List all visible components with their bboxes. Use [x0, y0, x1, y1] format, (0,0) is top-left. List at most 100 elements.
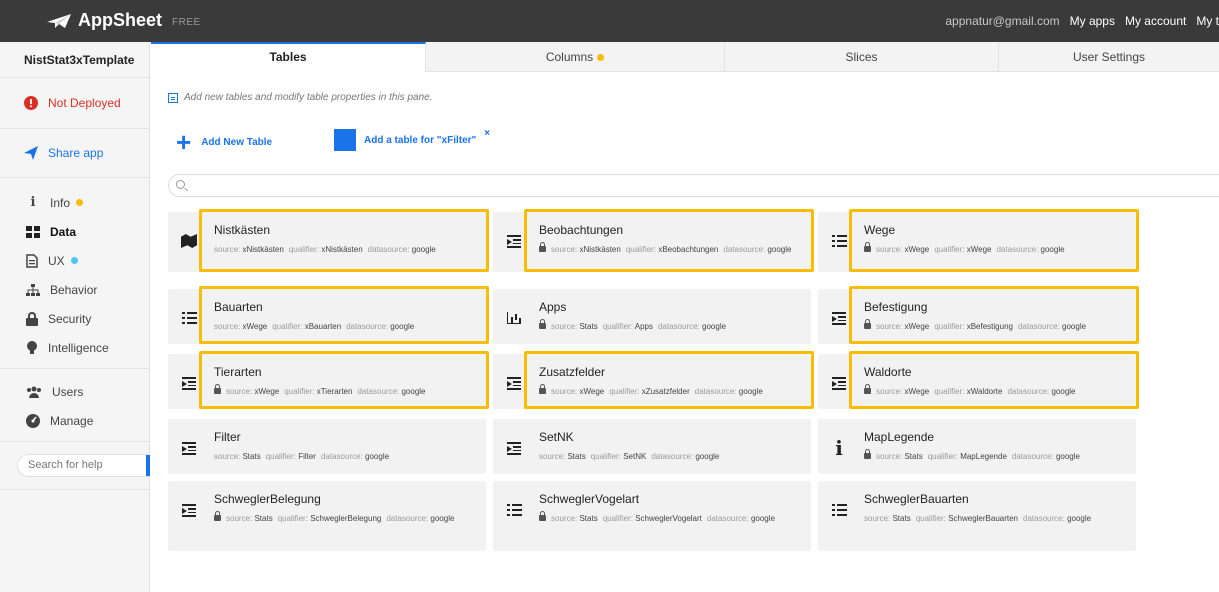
- tab-tables[interactable]: Tables: [151, 42, 426, 72]
- send-icon: [24, 146, 38, 160]
- meta-label-qualifier: qualifier:: [609, 387, 640, 396]
- meta-label-source: source:: [214, 452, 241, 461]
- lock-icon: [539, 319, 546, 329]
- warning-dot: [76, 199, 84, 206]
- brand[interactable]: AppSheet FREE: [46, 10, 201, 31]
- table-card[interactable]: Tierarten source: xWege qualifier: xTierar…: [168, 351, 489, 409]
- table-card[interactable]: Zusatzfelder source: xWege qualifier: xZus…: [493, 351, 814, 409]
- table-name: Filter: [214, 430, 241, 444]
- users-icon: [27, 386, 41, 398]
- lock-icon: [539, 511, 546, 521]
- tab-label: Columns: [545, 50, 594, 64]
- table-meta: source: xWege qualifier: xZusatzfelder dat…: [539, 384, 801, 397]
- table-card[interactable]: Wege source: xWege qualifier: xWege datasou…: [818, 209, 1139, 272]
- table-card[interactable]: Bauarten source: xWege qualifier: xBauarte…: [168, 286, 489, 344]
- sidebar-nav: i Info Data UX Behavior Security Intelli…: [0, 178, 149, 369]
- list-icon: [830, 501, 848, 519]
- meta-value-source: xNistkästen: [579, 245, 621, 254]
- tab-columns[interactable]: Columns: [426, 42, 725, 72]
- sidebar-item-label: UX: [48, 253, 65, 268]
- sidebar-item-ux[interactable]: UX: [0, 246, 149, 275]
- meta-label-source: source:: [226, 514, 253, 523]
- table-card[interactable]: Nistkästen source: xNistkästen qualifier: …: [168, 209, 489, 272]
- table-card[interactable]: Apps source: Stats qualifier: Apps datasour…: [493, 289, 811, 344]
- sidebar-item-users[interactable]: Users: [0, 377, 149, 406]
- table-meta: source: Stats qualifier: SchweglerBauarte…: [864, 513, 1126, 524]
- meta-value-qualifier: Filter: [298, 452, 316, 461]
- meta-value-source: Stats: [254, 514, 273, 523]
- table-meta: source: Stats qualifier: SchweglerBelegun…: [214, 511, 476, 524]
- close-icon[interactable]: ×: [484, 128, 490, 139]
- add-new-table-label: Add New Table: [201, 136, 273, 148]
- table-name: SchweglerVogelart: [539, 492, 640, 506]
- meta-value-qualifier: xBeobachtungen: [658, 245, 719, 254]
- meta-value-qualifier: xWege: [966, 245, 992, 254]
- table-card[interactable]: SchweglerBauarten source: Stats qualifier:…: [818, 481, 1136, 551]
- meta-label-source: source:: [214, 245, 241, 254]
- chart-icon: [505, 309, 523, 327]
- table-name: Wege: [864, 223, 896, 237]
- warning-dot: [597, 54, 605, 62]
- my-apps-link[interactable]: My apps: [1070, 14, 1115, 28]
- sidebar-item-manage[interactable]: Manage: [0, 406, 149, 435]
- meta-value-qualifier: xNistkästen: [321, 245, 363, 254]
- tab-bar: Tables Columns Slices User Settings: [151, 42, 1219, 72]
- table-name: Befestigung: [864, 300, 928, 314]
- table-meta: source: Stats qualifier: Apps datasource: …: [539, 319, 801, 332]
- add-new-table-button[interactable]: + Add New Table: [176, 129, 273, 155]
- meta-value-source: xNistkästen: [242, 245, 284, 254]
- my-teams-link[interactable]: My t: [1196, 14, 1219, 28]
- table-card[interactable]: SchweglerVogelart source: Stats qualifier:…: [493, 481, 811, 551]
- table-search-input[interactable]: [168, 174, 1219, 197]
- meta-value-qualifier: xZusatzfelder: [641, 387, 690, 396]
- meta-value-datasource: google: [1051, 387, 1076, 396]
- table-card[interactable]: Beobachtungen source: xNistkästen qualifie…: [493, 209, 814, 272]
- meta-label-qualifier: qualifier:: [272, 322, 303, 331]
- table-card[interactable]: Filter source: Stats qualifier: Filter data…: [168, 419, 486, 474]
- app-name[interactable]: NistStat3xTemplate: [0, 42, 149, 78]
- meta-label-qualifier: qualifier:: [277, 514, 308, 523]
- sidebar-item-behavior[interactable]: Behavior: [0, 275, 149, 304]
- table-name: MapLegende: [864, 430, 935, 444]
- table-card[interactable]: SetNK source: Stats qualifier: SetNK dataso…: [493, 419, 811, 474]
- meta-label-qualifier: qualifier:: [934, 387, 965, 396]
- sidebar-item-info[interactable]: i Info: [0, 188, 149, 217]
- table-icon: [168, 92, 178, 103]
- share-app-button[interactable]: Share app: [0, 129, 149, 177]
- meta-label-qualifier: qualifier:: [288, 245, 320, 254]
- table-card[interactable]: SchweglerBelegung source: Stats qualifier:…: [168, 481, 486, 551]
- meta-label-datasource: datasource:: [1007, 387, 1050, 396]
- table-card[interactable]: Befestigung source: xWege qualifier: xBefe…: [818, 286, 1139, 344]
- deploy-status[interactable]: Not Deployed: [0, 78, 149, 128]
- meta-value-source: xWege: [904, 322, 930, 331]
- table-card[interactable]: Waldorte source: xWege qualifier: xWaldort…: [818, 351, 1139, 409]
- meta-value-qualifier: SchweglerBelegung: [310, 514, 382, 523]
- table-name: Apps: [539, 300, 567, 314]
- meta-label-qualifier: qualifier:: [934, 322, 965, 331]
- meta-label-qualifier: qualifier:: [927, 452, 958, 461]
- help-search-input[interactable]: Search for help: [17, 454, 150, 477]
- add-filter-table-label: Add a table for "xFilter": [364, 134, 477, 146]
- meta-label-qualifier: qualifier:: [284, 387, 315, 396]
- sidebar-item-security[interactable]: Security: [0, 304, 149, 333]
- meta-value-source: xWege: [579, 387, 605, 396]
- list-icon: [180, 309, 198, 327]
- meta-value-qualifier: xTierarten: [316, 387, 353, 396]
- sidebar-item-intelligence[interactable]: Intelligence: [0, 333, 149, 362]
- appsheet-logo-icon: [47, 13, 71, 28]
- lock-icon: [214, 511, 221, 521]
- search-icon: [176, 180, 185, 189]
- add-filter-table-button[interactable]: Add a table for "xFilter" ×: [334, 128, 490, 151]
- lock-icon: [864, 242, 871, 252]
- meta-label-datasource: datasource:: [694, 387, 737, 396]
- my-account-link[interactable]: My account: [1125, 14, 1186, 28]
- table-square-icon: [334, 129, 356, 151]
- tab-user-settings[interactable]: User Settings: [999, 42, 1219, 72]
- tab-slices[interactable]: Slices: [725, 42, 999, 72]
- table-card[interactable]: i MapLegende source: Stats qualifier: MapLe…: [818, 419, 1136, 474]
- table-meta: source: Stats qualifier: MapLegende dataso…: [864, 449, 1126, 462]
- sidebar-item-data[interactable]: Data: [0, 217, 149, 246]
- meta-value-source: Stats: [892, 514, 911, 523]
- info-icon: i: [30, 195, 36, 210]
- meta-label-datasource: datasource:: [1023, 514, 1065, 523]
